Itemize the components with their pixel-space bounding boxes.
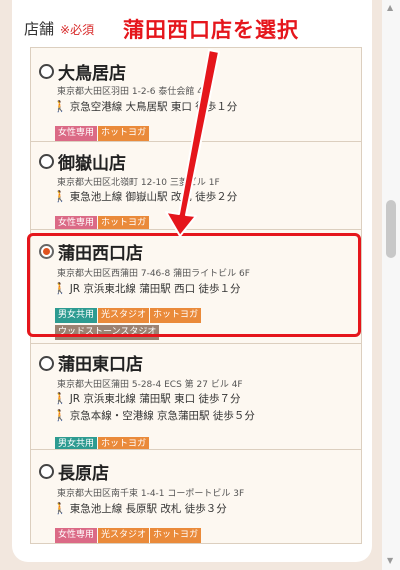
scrollbar-thumb[interactable] [386,200,396,258]
scroll-up-icon[interactable]: ▲ [387,3,393,12]
scroll-down-icon[interactable]: ▼ [387,556,393,565]
scrollbar[interactable]: ▲ ▼ [382,0,400,570]
annotation-arrow [165,49,220,237]
annotation-text: 蒲田西口店を選択 [123,18,299,42]
